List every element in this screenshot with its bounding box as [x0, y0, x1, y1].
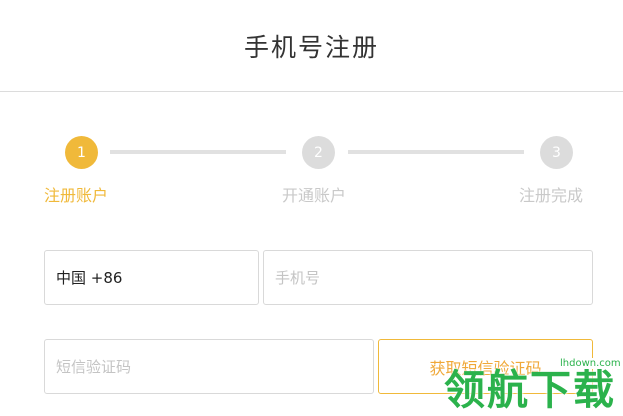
country-code-select[interactable]: 中国 +86 [44, 250, 259, 305]
sms-code-field[interactable] [44, 339, 374, 394]
step-3-number: 3 [552, 144, 561, 161]
page-title: 手机号注册 [243, 32, 379, 62]
country-code-value: 中国 +86 [56, 269, 123, 287]
step-2-indicator: 2 [302, 136, 335, 169]
phone-field[interactable] [263, 250, 593, 305]
watermark-url: lhdown.com [558, 358, 623, 369]
step-connector-2-3 [348, 150, 524, 154]
step-3-indicator: 3 [540, 136, 573, 169]
step-1-indicator: 1 [65, 136, 98, 169]
step-1-number: 1 [77, 144, 86, 161]
watermark-logo: 领航下载 lhdown.com [440, 354, 623, 416]
step-2-number: 2 [314, 144, 323, 161]
page-header: 手机号注册 [0, 0, 623, 92]
step-3-label: 注册完成 [519, 186, 584, 205]
registration-page: 手机号注册 1 2 3 注册账户 开通账户 注册完成 中国 +86 获取短信验证… [0, 0, 623, 416]
step-connector-1-2 [110, 150, 286, 154]
sms-code-input[interactable] [56, 340, 373, 393]
step-2-label: 开通账户 [282, 186, 347, 205]
phone-input[interactable] [275, 251, 592, 304]
step-1-label: 注册账户 [44, 186, 109, 205]
